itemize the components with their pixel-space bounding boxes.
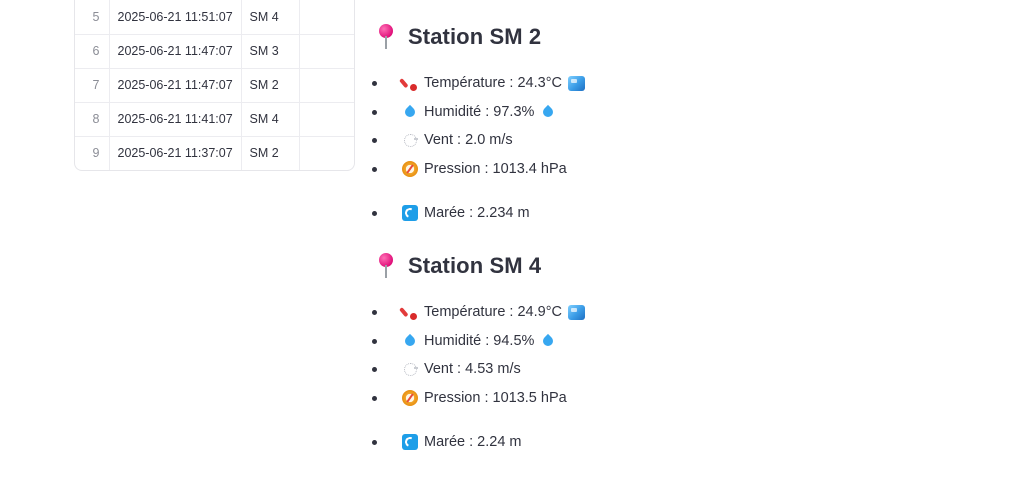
- table-row[interactable]: 7 2025-06-21 11:47:07 SM 2: [75, 68, 354, 103]
- wind-icon: [402, 132, 418, 148]
- metric-pressure-text: Pression : 1013.4 hPa: [424, 160, 567, 177]
- row-timestamp[interactable]: 2025-06-21 11:41:07: [109, 102, 242, 137]
- metric-temperature: Température : 24.9°C: [370, 298, 990, 327]
- round-pushpin-icon: [378, 24, 394, 50]
- ice-cube-icon: [567, 304, 585, 320]
- metric-tide: Marée : 2.234 m: [370, 199, 990, 228]
- droplet-icon: [402, 104, 418, 120]
- metric-tide-text: Marée : 2.234 m: [424, 205, 530, 222]
- row-timestamp[interactable]: 2025-06-21 11:47:07: [109, 68, 242, 103]
- row-extra-cell[interactable]: [299, 102, 354, 137]
- station-metrics: Température : 24.3°C Humidité : 97.3% Ve…: [370, 69, 990, 228]
- station-metrics: Température : 24.9°C Humidité : 94.5% Ve…: [370, 298, 990, 457]
- droplet-icon: [540, 333, 556, 349]
- water-wave-icon: [402, 434, 418, 451]
- metric-temperature-text: Température : 24.3°C: [424, 75, 562, 92]
- row-timestamp[interactable]: 2025-06-21 11:47:07: [109, 34, 242, 69]
- station-card: Station SM 4 Température : 24.9°C Humidi…: [370, 246, 990, 457]
- droplet-icon: [402, 333, 418, 349]
- metric-humidity-text: Humidité : 94.5%: [424, 332, 535, 349]
- readings-table-grid: 5 2025-06-21 11:51:07 SM 4 6 2025-06-21 …: [75, 0, 354, 170]
- metric-pressure: Pression : 1013.4 hPa: [370, 155, 990, 184]
- row-extra-cell[interactable]: [299, 68, 354, 103]
- row-station[interactable]: SM 2: [241, 136, 300, 170]
- row-station[interactable]: SM 4: [241, 102, 300, 137]
- ice-cube-icon: [567, 75, 585, 91]
- row-extra-cell[interactable]: [299, 0, 354, 35]
- metric-pressure: Pression : 1013.5 hPa: [370, 384, 990, 413]
- row-index: 7: [75, 68, 110, 103]
- compass-icon: [402, 160, 418, 177]
- row-index: 8: [75, 102, 110, 137]
- metric-humidity: Humidité : 97.3%: [370, 98, 990, 127]
- row-extra-cell[interactable]: [299, 136, 354, 170]
- wind-icon: [402, 361, 418, 377]
- station-title: Station SM 4: [408, 253, 542, 278]
- row-station[interactable]: SM 4: [241, 0, 300, 35]
- table-row[interactable]: 8 2025-06-21 11:41:07 SM 4: [75, 102, 354, 137]
- page: 5 2025-06-21 11:51:07 SM 4 6 2025-06-21 …: [0, 0, 1011, 480]
- row-station[interactable]: SM 2: [241, 68, 300, 103]
- row-index: 6: [75, 34, 110, 69]
- metric-pressure-text: Pression : 1013.5 hPa: [424, 389, 567, 406]
- row-index: 9: [75, 136, 110, 170]
- thermometer-icon: [399, 75, 418, 92]
- metric-temperature: Température : 24.3°C: [370, 69, 990, 98]
- compass-icon: [402, 389, 418, 406]
- round-pushpin-icon: [378, 253, 394, 279]
- metric-tide: Marée : 2.24 m: [370, 428, 990, 457]
- metric-wind: Vent : 2.0 m/s: [370, 126, 990, 155]
- station-header: Station SM 2: [370, 17, 990, 57]
- row-index: 5: [75, 0, 110, 35]
- metric-wind-text: Vent : 2.0 m/s: [424, 132, 513, 149]
- table-row[interactable]: 5 2025-06-21 11:51:07 SM 4: [75, 0, 354, 35]
- metric-tide-text: Marée : 2.24 m: [424, 434, 522, 451]
- station-card: Station SM 2 Température : 24.3°C Humidi…: [370, 17, 990, 228]
- row-timestamp[interactable]: 2025-06-21 11:51:07: [109, 0, 242, 35]
- row-station[interactable]: SM 3: [241, 34, 300, 69]
- table-row[interactable]: 9 2025-06-21 11:37:07 SM 2: [75, 136, 354, 170]
- metric-wind-text: Vent : 4.53 m/s: [424, 361, 521, 378]
- metric-wind: Vent : 4.53 m/s: [370, 355, 990, 384]
- readings-table: 5 2025-06-21 11:51:07 SM 4 6 2025-06-21 …: [74, 0, 355, 171]
- row-timestamp[interactable]: 2025-06-21 11:37:07: [109, 136, 242, 170]
- water-wave-icon: [402, 205, 418, 222]
- metric-temperature-text: Température : 24.9°C: [424, 304, 562, 321]
- thermometer-icon: [399, 304, 418, 321]
- metric-humidity-text: Humidité : 97.3%: [424, 103, 535, 120]
- metric-humidity: Humidité : 94.5%: [370, 327, 990, 356]
- row-extra-cell[interactable]: [299, 34, 354, 69]
- droplet-icon: [540, 104, 556, 120]
- table-row[interactable]: 6 2025-06-21 11:47:07 SM 3: [75, 34, 354, 69]
- station-header: Station SM 4: [370, 246, 990, 286]
- station-title: Station SM 2: [408, 24, 542, 49]
